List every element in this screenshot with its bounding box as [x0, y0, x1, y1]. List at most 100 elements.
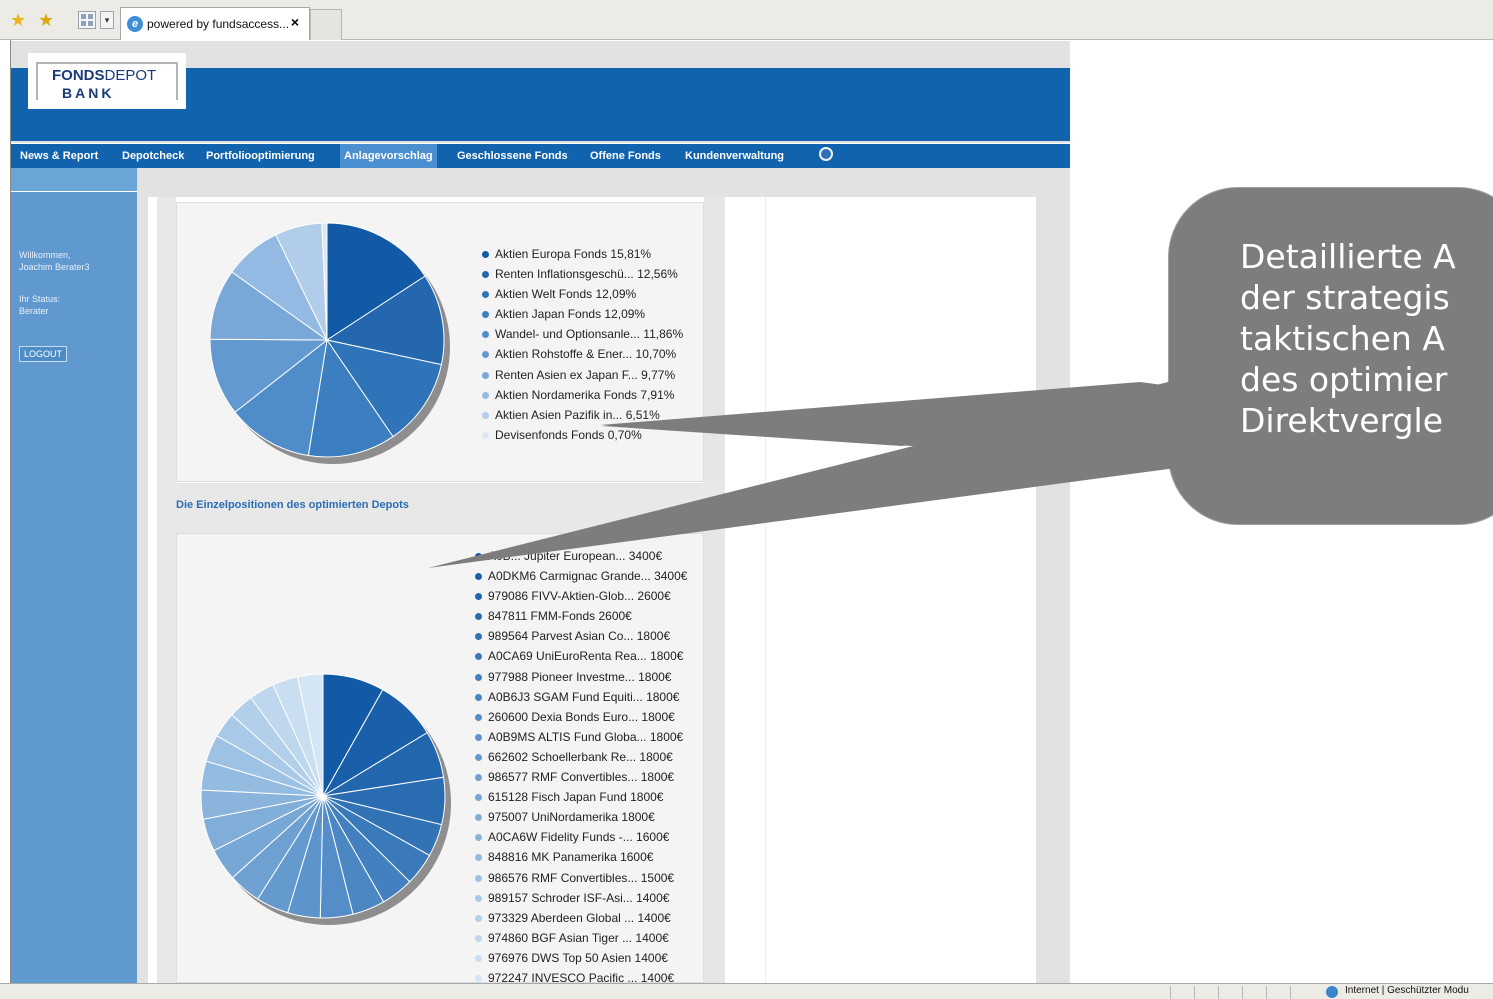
legend-label: 976976 DWS Top 50 Asien 1400€ [488, 950, 668, 965]
legend-swatch [475, 794, 482, 802]
legend-item: A0DKM6 Carmignac Grande... 3400€ [475, 566, 687, 586]
legend-swatch [475, 713, 482, 721]
legend-swatch [475, 974, 482, 982]
legend-label: Aktien Japan Fonds 12,09% [495, 307, 646, 322]
legend-label: A0CA6W Fidelity Funds -... 1600€ [488, 830, 670, 845]
legend-label: A0B6J3 SGAM Fund Equiti... 1800€ [488, 689, 680, 704]
logo-text-bold: FONDS [52, 67, 105, 84]
legend-item: A0CA6W Fidelity Funds -... 1600€ [475, 827, 687, 847]
legend-label: 979086 FIVV-Aktien-Glob... 2600€ [488, 589, 671, 604]
legend-swatch [475, 854, 482, 862]
legend-item: 975007 UniNordamerika 1800€ [475, 807, 687, 827]
close-tab-icon[interactable]: × [291, 14, 299, 30]
legend-swatch [475, 653, 482, 661]
nav-kundenverwaltung[interactable]: Kundenverwaltung [685, 150, 784, 162]
nav-portfoliooptimierung[interactable]: Portfoliooptimierung [206, 150, 315, 162]
legend-label: A0CA69 UniEuroRenta Rea... 1800€ [488, 649, 684, 664]
callout-line: Detaillierte A [1240, 237, 1456, 276]
legend-item: 986576 RMF Convertibles... 1500€ [475, 868, 687, 888]
legend-swatch [482, 351, 489, 359]
legend-swatch [475, 954, 482, 962]
browser-tab[interactable]: e powered by fundsaccess... × [120, 7, 310, 40]
legend-label: 972247 INVESCO Pacific ... 1400€ [488, 970, 675, 983]
legend-item: 615128 Fisch Japan Fund 1800€ [475, 787, 687, 807]
section-title: Die Einzelpositionen des optimierten Dep… [176, 499, 409, 511]
new-tab-button[interactable] [310, 9, 342, 40]
callout-line: der strategis [1240, 278, 1450, 317]
legend-item: 974860 BGF Asian Tiger ... 1400€ [475, 928, 687, 948]
legend-item: 848816 MK Panamerika 1600€ [475, 847, 687, 867]
nav-geschlossene-fonds[interactable]: Geschlossene Fonds [457, 150, 568, 162]
logo-text-bank: BANK [62, 85, 115, 101]
nav-news-report[interactable]: News & Report [20, 150, 98, 162]
legend-label: A0B9MS ALTIS Fund Globa... 1800€ [488, 729, 684, 744]
legend-label: 974860 BGF Asian Tiger ... 1400€ [488, 930, 669, 945]
legend-item: 260600 Dexia Bonds Euro... 1800€ [475, 707, 687, 727]
legend-item: Renten Inflationsgeschü... 12,56% [482, 264, 683, 284]
welcome-label: Willkommen, [19, 250, 71, 260]
legend-label: 989157 Schroder ISF-Asi... 1400€ [488, 890, 670, 905]
legend-swatch [482, 331, 489, 339]
fondsdepot-bank-logo[interactable]: FONDSDEPOT BANK [28, 53, 186, 109]
legend-item: 972247 INVESCO Pacific ... 1400€ [475, 968, 687, 983]
status-bar: Internet | Geschützter Modu [0, 983, 1493, 999]
legend-label: 848816 MK Panamerika 1600€ [488, 850, 654, 865]
legend-label: 986577 RMF Convertibles... 1800€ [488, 770, 675, 785]
user-name: Joachim Berater3 [19, 262, 90, 272]
legend-label: 975007 UniNordamerika 1800€ [488, 810, 655, 825]
legend-swatch [482, 251, 489, 258]
legend-label: Wandel- und Optionsanle... 11,86% [495, 327, 684, 342]
legend-label: A0B... Jupiter European... 3400€ [488, 549, 663, 563]
search-icon[interactable] [819, 147, 833, 161]
status-value: Berater [19, 306, 49, 316]
quick-tabs-icon[interactable] [78, 11, 96, 29]
legend-item: 976976 DWS Top 50 Asien 1400€ [475, 948, 687, 968]
legend-label: A0DKM6 Carmignac Grande... 3400€ [488, 569, 688, 584]
legend-item: 989564 Parvest Asian Co... 1800€ [475, 626, 687, 646]
legend-swatch [482, 431, 489, 439]
legend-item: Aktien Europa Fonds 15,81% [482, 244, 683, 264]
legend-label: Devisenfonds Fonds 0,70% [495, 427, 642, 442]
legend-label: 615128 Fisch Japan Fund 1800€ [488, 790, 664, 805]
nav-depotcheck[interactable]: Depotcheck [122, 150, 184, 162]
tab-list-dropdown-icon[interactable]: ▾ [100, 11, 114, 29]
legend-item: A0B9MS ALTIS Fund Globa... 1800€ [475, 727, 687, 747]
legend-swatch [475, 914, 482, 922]
logout-button[interactable]: LOGOUT [19, 346, 68, 362]
legend-swatch [475, 693, 482, 701]
ie-icon: e [127, 16, 143, 32]
browser-tab-bar: ★ ★ ▾ e powered by fundsaccess... × [0, 0, 1493, 40]
legend-swatch [475, 894, 482, 902]
legend-label: 260600 Dexia Bonds Euro... 1800€ [488, 709, 675, 724]
legend-item: Aktien Rohstoffe & Ener... 10,70% [482, 344, 683, 364]
legend-swatch [475, 553, 482, 560]
allocation-legend: Aktien Europa Fonds 15,81% Renten Inflati… [482, 244, 683, 445]
legend-item: A0B... Jupiter European... 3400€ [475, 546, 687, 566]
sidebar: Willkommen, Joachim Berater3 Ihr Status:… [11, 168, 137, 983]
nav-offene-fonds[interactable]: Offene Fonds [590, 150, 661, 162]
legend-label: 662602 Schoellerbank Re... 1800€ [488, 749, 673, 764]
legend-item: A0CA69 UniEuroRenta Rea... 1800€ [475, 646, 687, 666]
tab-title: powered by fundsaccess... [147, 17, 290, 31]
legend-swatch [482, 371, 489, 379]
legend-item: Aktien Japan Fonds 12,09% [482, 304, 683, 324]
legend-swatch [475, 593, 482, 601]
legend-label: 977988 Pioneer Investme... 1800€ [488, 669, 672, 684]
legend-label: Aktien Welt Fonds 12,09% [495, 287, 637, 302]
positions-legend: A0B... Jupiter European... 3400€ A0DKM6 C… [475, 546, 687, 983]
legend-swatch [475, 934, 482, 942]
legend-label: 989564 Parvest Asian Co... 1800€ [488, 629, 671, 644]
favorites-star-icon[interactable]: ★ [10, 10, 26, 30]
legend-item: 986577 RMF Convertibles... 1800€ [475, 767, 687, 787]
legend-swatch [482, 291, 489, 299]
legend-swatch [475, 633, 482, 641]
legend-label: Renten Asien ex Japan F... 9,77% [495, 367, 676, 382]
add-favorites-icon[interactable]: ★ [38, 10, 54, 30]
legend-item: Renten Asien ex Japan F... 9,77% [482, 365, 683, 385]
legend-swatch [475, 834, 482, 842]
callout-line: taktischen A [1240, 319, 1445, 358]
callout-line: Direktvergle [1240, 401, 1444, 440]
legend-label: 847811 FMM-Fonds 2600€ [488, 609, 632, 624]
nav-anlagevorschlag[interactable]: Anlagevorschlag [340, 144, 437, 168]
legend-item: 977988 Pioneer Investme... 1800€ [475, 667, 687, 687]
